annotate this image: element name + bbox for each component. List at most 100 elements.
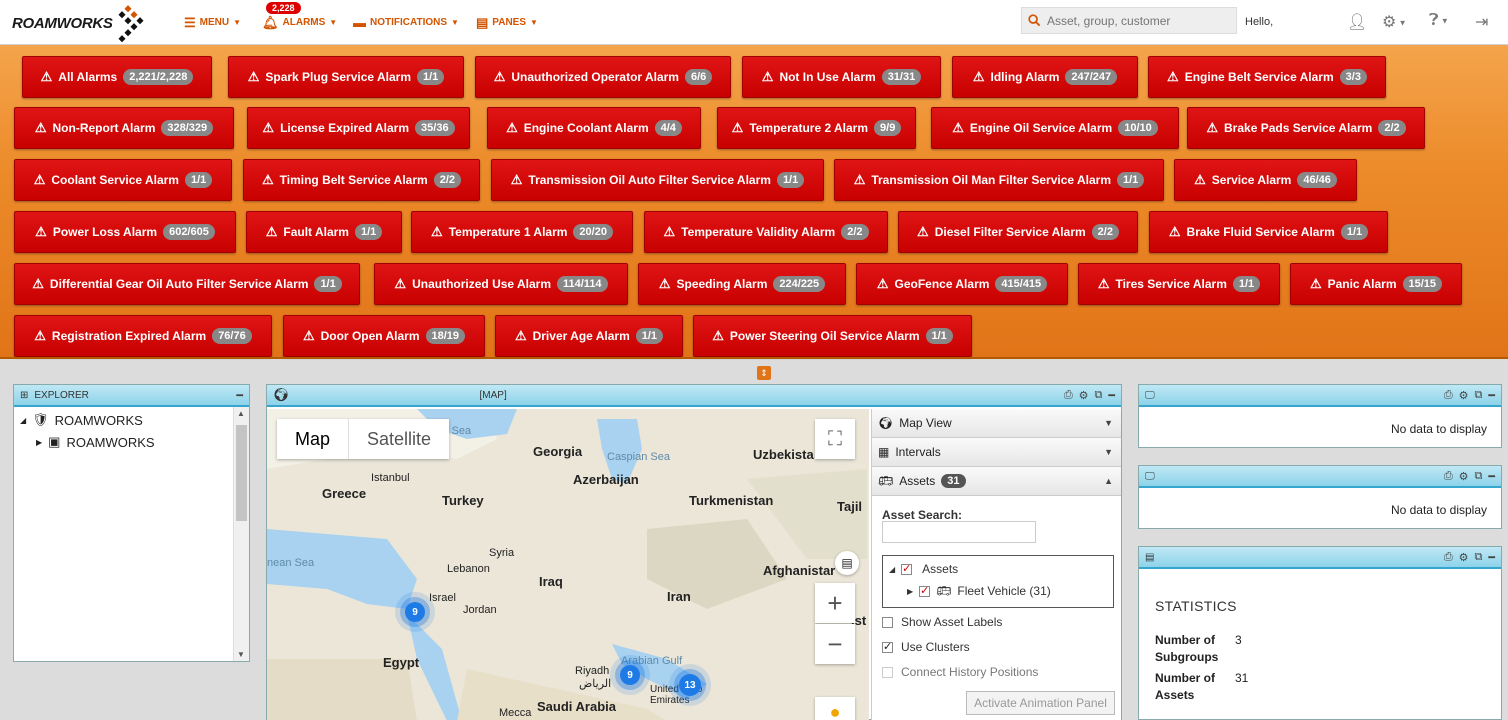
vertical-scrollbar[interactable]: ▲ ▼ — [233, 407, 249, 661]
alarm-filter-button[interactable]: ⚠ Power Steering Oil Service Alarm 1/1 — [693, 315, 972, 357]
satellite-tab[interactable]: Satellite — [349, 419, 449, 459]
alarm-filter-button[interactable]: ⚠ Timing Belt Service Alarm 2/2 — [243, 159, 480, 201]
show-asset-labels-option[interactable]: Show Asset Labels — [882, 615, 1002, 629]
minimize-icon[interactable]: ━ — [236, 389, 243, 402]
scroll-down-icon[interactable]: ▼ — [237, 650, 245, 659]
asset-tree-child[interactable]: ▶ 🚌︎ Fleet Vehicle (31) — [907, 584, 1051, 599]
alarm-filter-button[interactable]: ⚠ GeoFence Alarm 415/415 — [856, 263, 1068, 305]
alarm-filter-button[interactable]: ⚠ Temperature 2 Alarm 9/9 — [717, 107, 916, 149]
gear-icon[interactable]: ⚙ — [1459, 551, 1469, 564]
roamworks-logo[interactable]: ROAMWORKS — [12, 5, 144, 43]
asset-tree: ◢ Assets ▶ 🚌︎ Fleet Vehicle (31) — [882, 555, 1114, 608]
alarm-filter-button[interactable]: ⚠ Panic Alarm 15/15 — [1290, 263, 1462, 305]
gear-icon[interactable]: ⚙ — [1459, 470, 1469, 483]
use-clusters-option[interactable]: Use Clusters — [882, 640, 970, 654]
fleet-checkbox[interactable] — [919, 584, 931, 597]
alarm-filter-button[interactable]: ⚠ Door Open Alarm 18/19 — [283, 315, 485, 357]
panes-dropdown[interactable]: ▤ PANES ▼ — [476, 0, 538, 45]
map-label: Tajil — [837, 499, 863, 514]
alarms-dropdown[interactable]: 🔔︎ ALARMS ▼ — [262, 0, 337, 45]
alarm-filter-button[interactable]: ⚠ Power Loss Alarm 602/605 — [14, 211, 236, 253]
notifications-dropdown[interactable]: ▬ NOTIFICATIONS ▼ — [353, 0, 459, 45]
alarm-filter-button[interactable]: ⚠ Fault Alarm 1/1 — [246, 211, 402, 253]
asset-tree-root[interactable]: ◢ Assets — [889, 562, 958, 577]
alarm-filter-button[interactable]: ⚠ Unauthorized Operator Alarm 6/6 — [475, 56, 731, 98]
alarm-filter-button[interactable]: ⚠ Brake Fluid Service Alarm 1/1 — [1149, 211, 1388, 253]
alarm-filter-button[interactable]: ⚠ Not In Use Alarm 31/31 — [742, 56, 941, 98]
print-icon[interactable]: ⎙ — [1444, 470, 1453, 483]
alarm-filter-button[interactable]: ⚠ Idling Alarm 247/247 — [952, 56, 1138, 98]
alarm-filter-button[interactable]: ⚠ Unauthorized Use Alarm 114/114 — [374, 263, 628, 305]
fullscreen-icon[interactable]: ⛶ — [815, 419, 855, 459]
map-view-section[interactable]: 🌍︎ Map View ▼ — [872, 409, 1121, 438]
help-icon[interactable]: ❓︎ ▼ — [1429, 12, 1449, 30]
connect-history-option[interactable]: Connect History Positions — [882, 665, 1038, 679]
popout-icon[interactable]: ⧉ — [1475, 551, 1483, 564]
minimize-icon[interactable]: ━ — [1488, 551, 1495, 564]
alarm-filter-button[interactable]: ⚠ Brake Pads Service Alarm 2/2 — [1187, 107, 1425, 149]
map-canvas[interactable]: k Sea Georgia Caspian Sea Uzbekista Azer… — [267, 409, 869, 720]
alarm-filter-button[interactable]: ⚠ Temperature Validity Alarm 2/2 — [644, 211, 888, 253]
use-clusters-checkbox[interactable] — [882, 640, 893, 653]
alarm-filter-button[interactable]: ⚠ Temperature 1 Alarm 20/20 — [411, 211, 633, 253]
tree-root-node[interactable]: ◢ 🛡︎ ROAMWORKS — [20, 412, 143, 428]
gear-icon[interactable]: ⚙ — [1079, 389, 1089, 402]
alarm-filter-button[interactable]: ⚠ License Expired Alarm 35/36 — [247, 107, 470, 149]
panes-icon: ▤ — [476, 14, 489, 30]
asset-cluster[interactable]: 9 — [620, 665, 640, 685]
alarm-filter-button[interactable]: ⚠ Tires Service Alarm 1/1 — [1078, 263, 1280, 305]
minimize-icon[interactable]: ━ — [1108, 389, 1115, 402]
logout-icon[interactable]: ⇥ — [1475, 12, 1488, 32]
alarm-filter-button[interactable]: ⚠ Driver Age Alarm 1/1 — [495, 315, 683, 357]
user-icon[interactable]: 👤︎ — [1347, 12, 1367, 32]
global-search[interactable] — [1021, 7, 1237, 34]
alarm-label: Brake Fluid Service Alarm — [1186, 225, 1335, 239]
search-input[interactable] — [1047, 13, 1227, 28]
alarm-filter-button[interactable]: ⚠ Engine Belt Service Alarm 3/3 — [1148, 56, 1386, 98]
scroll-up-icon[interactable]: ▲ — [237, 409, 245, 418]
alarm-filter-button[interactable]: ⚠ All Alarms 2,221/2,228 — [22, 56, 212, 98]
alarm-filter-button[interactable]: ⚠ Speeding Alarm 224/225 — [638, 263, 846, 305]
print-icon[interactable]: ⎙ — [1444, 551, 1453, 564]
print-icon[interactable]: ⎙ — [1444, 389, 1453, 402]
assets-section[interactable]: 🚌︎ Assets 31 ▲ — [872, 467, 1121, 496]
zoom-out-icon[interactable]: − — [815, 624, 855, 664]
alarm-filter-button[interactable]: ⚠ Spark Plug Service Alarm 1/1 — [228, 56, 464, 98]
map-tab[interactable]: Map — [277, 419, 350, 459]
alarm-filter-button[interactable]: ⚠ Transmission Oil Man Filter Service Ala… — [834, 159, 1164, 201]
asset-cluster[interactable]: 13 — [679, 674, 701, 696]
alarm-filter-button[interactable]: ⚠ Non-Report Alarm 328/329 — [14, 107, 234, 149]
menu-dropdown[interactable]: ☰ MENU ▼ — [184, 0, 241, 45]
zoom-in-icon[interactable]: + — [815, 583, 855, 623]
asset-search-input[interactable] — [882, 521, 1036, 543]
alarm-filter-button[interactable]: ⚠ Diesel Filter Service Alarm 2/2 — [898, 211, 1138, 253]
alarm-label: Engine Coolant Alarm — [523, 121, 649, 135]
legend-icon[interactable]: ▤ — [835, 551, 859, 575]
alarm-filter-button[interactable]: ⚠ Coolant Service Alarm 1/1 — [14, 159, 232, 201]
popout-icon[interactable]: ⧉ — [1475, 389, 1483, 402]
gear-icon[interactable]: ⚙ — [1459, 389, 1469, 402]
tree-child-node[interactable]: ▶ ▣ ROAMWORKS — [36, 434, 155, 450]
show-labels-checkbox[interactable] — [882, 616, 893, 628]
popout-icon[interactable]: ⧉ — [1095, 389, 1103, 402]
alarm-filter-button[interactable]: ⚠ Engine Oil Service Alarm 10/10 — [931, 107, 1179, 149]
assets-checkbox[interactable] — [901, 562, 913, 575]
alarm-filter-button[interactable]: ⚠ Service Alarm 46/46 — [1174, 159, 1357, 201]
alarm-filter-button[interactable]: ⚠ Differential Gear Oil Auto Filter Servi… — [14, 263, 360, 305]
print-icon[interactable]: ⎙ — [1064, 389, 1073, 402]
intervals-section[interactable]: ▦ Intervals ▼ — [872, 438, 1121, 467]
asset-cluster[interactable]: 9 — [405, 602, 425, 622]
gear-icon[interactable]: ⚙ ▼ — [1382, 12, 1406, 32]
popout-icon[interactable]: ⧉ — [1475, 470, 1483, 483]
alarm-filter-button[interactable]: ⚠ Transmission Oil Auto Filter Service Al… — [491, 159, 824, 201]
collapse-handle-icon[interactable]: ⇕ — [757, 366, 771, 380]
minimize-icon[interactable]: ━ — [1488, 470, 1495, 483]
shield-icon: 🛡︎ — [32, 412, 49, 427]
minimize-icon[interactable]: ━ — [1488, 389, 1495, 402]
scrollbar-thumb[interactable] — [236, 425, 247, 521]
alarm-filter-button[interactable]: ⚠ Engine Coolant Alarm 4/4 — [487, 107, 701, 149]
activate-animation-button[interactable]: Activate Animation Panel — [966, 691, 1115, 715]
pegman-icon[interactable]: ● — [815, 697, 855, 720]
connect-history-checkbox[interactable] — [882, 666, 893, 678]
alarm-filter-button[interactable]: ⚠ Registration Expired Alarm 76/76 — [14, 315, 272, 357]
